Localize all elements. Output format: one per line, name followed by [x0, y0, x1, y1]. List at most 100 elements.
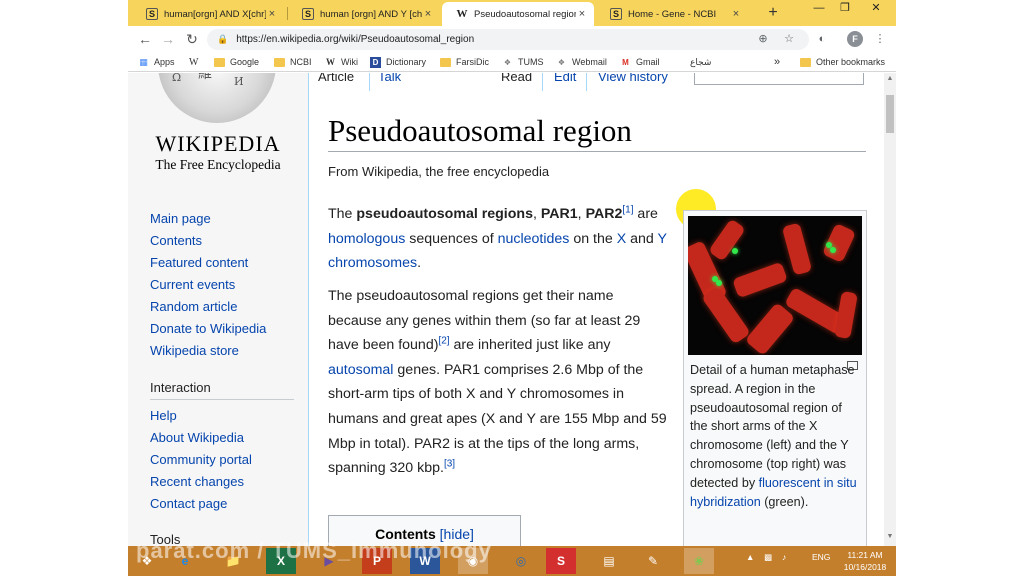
scroll-down-icon[interactable]: ▼	[884, 533, 896, 540]
bookmark-label: Wiki	[341, 57, 358, 67]
metaphase-fish-image[interactable]	[688, 216, 862, 355]
text: The	[328, 206, 357, 222]
folder-icon	[800, 57, 811, 67]
new-tab-button[interactable]: +	[764, 4, 782, 22]
nav-recent-changes[interactable]: Recent changes	[150, 474, 244, 489]
nav-current-events[interactable]: Current events	[150, 277, 235, 292]
browser-toolbar: ← → ↻ 🔒 https://en.wikipedia.org/wiki/Ps…	[128, 26, 896, 52]
link-homologous[interactable]: homologous	[328, 231, 405, 247]
wikipedia-globe-logo[interactable]: 維 Ω И	[158, 73, 276, 123]
bookmark-ncbi[interactable]: NCBI	[274, 55, 312, 69]
citation-link[interactable]: [2]	[438, 335, 449, 346]
tab-read[interactable]: Read	[501, 73, 532, 84]
back-arrow-icon[interactable]: ←	[136, 30, 154, 48]
chromosome-shape	[834, 290, 858, 340]
link-y[interactable]: Y	[658, 231, 667, 247]
page-scrollbar[interactable]: ▲ ▼	[884, 73, 896, 546]
ncbi-icon: S	[610, 8, 622, 20]
menu-icon[interactable]: ⋮	[872, 31, 888, 47]
tab-ncbi-y[interactable]: S human [orgn] AND Y [chr] ... ×	[288, 2, 440, 26]
system-clock[interactable]: 11:21 AM 10/16/2018	[838, 549, 892, 573]
text: sequences of	[405, 230, 498, 247]
bookmark-gmail[interactable]: M Gmail	[620, 55, 659, 69]
nav-wikipedia-store[interactable]: Wikipedia store	[150, 343, 239, 358]
pen-icon[interactable]: ✎	[638, 548, 668, 574]
nav-contact-page[interactable]: Contact page	[150, 496, 227, 511]
bookmark-webmail[interactable]: ❖ Webmail	[556, 55, 607, 69]
nav-donate[interactable]: Donate to Wikipedia	[150, 321, 266, 336]
bookmark-w[interactable]: W	[189, 55, 198, 69]
extension-icon[interactable]: ◐	[814, 31, 830, 47]
tab-wikipedia[interactable]: W Pseudoautosomal region - Wiki... ×	[442, 2, 594, 26]
clover-app-icon[interactable]: ❀	[684, 548, 714, 574]
close-icon[interactable]: ×	[266, 8, 278, 20]
bookmark-farsidic[interactable]: FarsiDic	[440, 55, 489, 69]
network-app-icon[interactable]: ◎	[506, 548, 536, 574]
bookmark-wiki[interactable]: W Wiki	[325, 55, 358, 69]
bookmark-label: Dictionary	[386, 57, 427, 67]
network-status-icon[interactable]: ▩	[764, 552, 772, 563]
bookmark-star-icon[interactable]: ☆	[781, 29, 797, 50]
fish-signal	[732, 248, 738, 254]
ncbi-icon: S	[302, 8, 314, 20]
link-autosomal[interactable]: autosomal	[328, 362, 393, 378]
close-icon[interactable]: ×	[422, 8, 434, 20]
tray-arrow-icon[interactable]: ▲	[746, 552, 754, 562]
link-chromosomes[interactable]: chromosomes	[328, 255, 417, 271]
close-window-button[interactable]: ✕	[856, 0, 896, 18]
search-input[interactable]	[694, 73, 864, 85]
scrollbar-thumb[interactable]	[886, 95, 894, 133]
wikipedia-icon: W	[456, 8, 468, 20]
tab-ncbi-x[interactable]: S human[orgn] AND X[chr] ... ×	[132, 2, 284, 26]
bookmark-dictionary[interactable]: D Dictionary	[370, 55, 426, 69]
maximize-button[interactable]: ❐	[832, 0, 858, 18]
nav-random-article[interactable]: Random article	[150, 299, 237, 314]
bookmark-shoja[interactable]: شجاع	[690, 55, 711, 69]
bookmark-label: شجاع	[690, 56, 712, 67]
volume-icon[interactable]: ♪	[782, 552, 786, 562]
nav-help[interactable]: Help	[150, 408, 177, 423]
bookmark-label: Other bookmarks	[816, 57, 886, 67]
zoom-icon[interactable]: ⊕	[755, 29, 771, 50]
close-icon[interactable]: ×	[576, 8, 588, 20]
tab-title: human[orgn] AND X[chr] ...	[164, 8, 266, 20]
computer-icon[interactable]: ▤	[594, 548, 624, 574]
link-nucleotides[interactable]: nucleotides	[498, 231, 570, 247]
nav-featured-content[interactable]: Featured content	[150, 255, 248, 270]
bookmark-tums[interactable]: ❖ TUMS	[502, 55, 544, 69]
s-app-icon[interactable]: S	[546, 548, 576, 574]
bookmark-apps[interactable]: ▦ Apps	[138, 55, 174, 69]
tab-separator	[542, 73, 543, 91]
video-watermark: parat.com / TUMS_Immunology	[136, 538, 492, 563]
link-x[interactable]: X	[617, 231, 626, 247]
nav-about[interactable]: About Wikipedia	[150, 430, 244, 445]
citation-link[interactable]: [1]	[622, 204, 633, 215]
profile-avatar[interactable]: F	[847, 31, 863, 47]
tab-separator	[586, 73, 587, 91]
reload-icon[interactable]: ↻	[183, 30, 201, 48]
tab-view-history[interactable]: View history	[598, 73, 668, 84]
other-bookmarks[interactable]: Other bookmarks	[800, 55, 885, 69]
wikipedia-page: 維 Ω И WIKIPEDIA The Free Encyclopedia Ma…	[128, 73, 896, 546]
language-indicator[interactable]: ENG	[812, 552, 830, 562]
chromosome-shape	[708, 218, 746, 262]
bookmark-google[interactable]: Google	[214, 55, 259, 69]
wikipedia-wordmark[interactable]: WIKIPEDIA	[128, 131, 308, 157]
nav-contents[interactable]: Contents	[150, 233, 202, 248]
bookmarks-overflow-button[interactable]: »	[774, 55, 780, 69]
tab-article[interactable]: Article	[318, 73, 354, 84]
forward-arrow-icon[interactable]: →	[159, 30, 177, 48]
tab-talk[interactable]: Talk	[378, 73, 401, 84]
citation-link[interactable]: [3]	[444, 458, 455, 469]
nav-main-page[interactable]: Main page	[150, 211, 211, 226]
address-bar[interactable]: 🔒 https://en.wikipedia.org/wiki/Pseudoau…	[207, 29, 809, 50]
bookmark-label: TUMS	[518, 57, 544, 67]
close-icon[interactable]: ×	[730, 8, 742, 20]
minimize-button[interactable]: —	[806, 0, 832, 18]
nav-community-portal[interactable]: Community portal	[150, 452, 252, 467]
url-text[interactable]: https://en.wikipedia.org/wiki/Pseudoauto…	[236, 34, 474, 45]
text: are inherited just like any	[449, 337, 611, 354]
tab-edit[interactable]: Edit	[554, 73, 576, 84]
tab-ncbi-gene[interactable]: S Home - Gene - NCBI ×	[596, 2, 748, 26]
scroll-up-icon[interactable]: ▲	[884, 75, 896, 82]
